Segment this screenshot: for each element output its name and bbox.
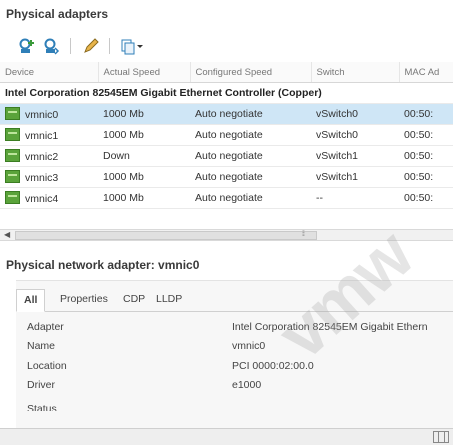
table-row[interactable]: vmnic4 1000 Mb Auto negotiate -- 00:50: [0, 187, 453, 209]
adapters-table: Device Actual Speed Configured Speed Swi… [0, 62, 453, 229]
configured-speed: Auto negotiate [190, 145, 311, 167]
device-name: vmnic1 [25, 130, 59, 142]
nic-icon [5, 107, 20, 120]
configured-speed: Auto negotiate [190, 124, 311, 146]
property-label-status: Status [27, 403, 57, 411]
mac-address: 00:50: [399, 166, 453, 188]
scrollbar-grip-icon: ⁞⁞ [302, 231, 305, 238]
toolbar-divider [109, 38, 110, 54]
column-header-actual-speed[interactable]: Actual Speed [98, 62, 191, 83]
configured-speed: Auto negotiate [190, 166, 311, 188]
mac-address: 00:50: [399, 145, 453, 167]
property-value-location: PCI 0000:02:00.0 [232, 360, 314, 372]
actions-dropdown-icon[interactable] [120, 37, 144, 55]
scrollbar-thumb[interactable] [15, 231, 317, 240]
tab-all[interactable]: All [16, 289, 46, 312]
detail-title: Physical network adapter: vmnic0 [6, 258, 200, 272]
mac-address: 00:50: [399, 124, 453, 146]
device-name: vmnic4 [25, 193, 59, 205]
detail-tabs: All Properties CDP LLDP [16, 289, 453, 312]
nic-icon [5, 170, 20, 183]
nic-icon [5, 149, 20, 162]
switch-name: vSwitch0 [311, 124, 399, 146]
group-label: Intel Corporation 82545EM Gigabit Ethern… [0, 82, 453, 104]
mac-address: 00:50: [399, 103, 453, 125]
property-label-name: Name [27, 340, 56, 352]
device-name: vmnic0 [25, 109, 59, 121]
switch-name: vSwitch1 [311, 145, 399, 167]
actual-speed: 1000 Mb [98, 187, 190, 209]
refresh-icon[interactable] [42, 37, 60, 55]
adapter-toolbar [18, 37, 144, 55]
table-row[interactable]: vmnic2 Down Auto negotiate vSwitch1 00:5… [0, 145, 453, 167]
column-header-configured-speed[interactable]: Configured Speed [190, 62, 312, 83]
configured-speed: Auto negotiate [190, 103, 311, 125]
column-header-device[interactable]: Device [0, 62, 99, 83]
page-title: Physical adapters [6, 7, 109, 21]
property-label-driver: Driver [27, 379, 55, 391]
add-networking-icon[interactable] [18, 37, 36, 55]
toolbar-divider [70, 38, 71, 54]
mac-address: 00:50: [399, 187, 453, 209]
column-header-mac[interactable]: MAC Ad [399, 62, 453, 83]
tab-cdp[interactable]: CDP [123, 289, 145, 310]
device-name: vmnic2 [25, 151, 59, 163]
nic-icon [5, 191, 20, 204]
tab-lldp[interactable]: LLDP [156, 289, 182, 310]
tab-properties[interactable]: Properties [60, 289, 108, 310]
property-value-driver: e1000 [232, 379, 262, 391]
table-row[interactable]: vmnic0 1000 Mb Auto negotiate vSwitch0 0… [0, 103, 453, 125]
nic-icon [5, 128, 20, 141]
table-group-row: Intel Corporation 82545EM Gigabit Ethern… [0, 82, 453, 104]
status-bar [0, 428, 453, 445]
actual-speed: 1000 Mb [98, 103, 190, 125]
table-header-row: Device Actual Speed Configured Speed Swi… [0, 62, 453, 83]
layout-toggle-icon[interactable] [433, 431, 449, 443]
column-header-switch[interactable]: Switch [311, 62, 400, 83]
horizontal-scrollbar[interactable]: ◀ ⁞⁞ [0, 229, 453, 241]
property-label-adapter: Adapter [27, 321, 64, 333]
property-value-adapter: Intel Corporation 82545EM Gigabit Ethern [232, 321, 428, 333]
actual-speed: Down [98, 145, 190, 167]
table-row[interactable]: vmnic1 1000 Mb Auto negotiate vSwitch0 0… [0, 124, 453, 146]
property-label-location: Location [27, 360, 67, 372]
actual-speed: 1000 Mb [98, 166, 190, 188]
device-name: vmnic3 [25, 172, 59, 184]
actual-speed: 1000 Mb [98, 124, 190, 146]
switch-name: -- [311, 187, 399, 209]
edit-icon[interactable] [81, 37, 99, 55]
switch-name: vSwitch1 [311, 166, 399, 188]
configured-speed: Auto negotiate [190, 187, 311, 209]
scroll-left-icon[interactable]: ◀ [4, 230, 10, 240]
table-row[interactable]: vmnic3 1000 Mb Auto negotiate vSwitch1 0… [0, 166, 453, 188]
switch-name: vSwitch0 [311, 103, 399, 125]
property-value-name: vmnic0 [232, 340, 266, 352]
